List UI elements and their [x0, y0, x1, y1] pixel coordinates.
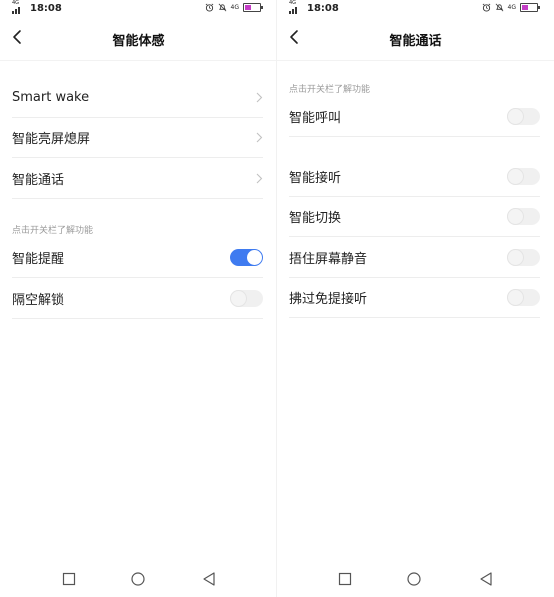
status-icons: 4G	[205, 3, 263, 12]
signal-icon: 4G	[12, 0, 22, 14]
toggle-row-swipe-speaker[interactable]: 拂过免提接听	[289, 277, 540, 318]
toggle-label: 智能提醒	[12, 251, 65, 267]
toggle-knob	[508, 168, 523, 184]
back-icon[interactable]	[478, 571, 494, 587]
network-4g-label: 4G	[507, 3, 516, 11]
network-type-label: 4G	[12, 0, 20, 6]
status-icons: 4G	[482, 3, 540, 12]
toggle-knob	[508, 108, 523, 124]
toggle-row-cover-mute[interactable]: 捂住屏幕静音	[289, 237, 540, 278]
smart-answer-toggle[interactable]	[507, 167, 540, 185]
chevron-right-icon	[256, 92, 263, 102]
toggle-label: 智能接听	[289, 170, 342, 186]
network-type-label: 4G	[289, 0, 297, 6]
toggle-knob	[508, 289, 523, 305]
smart-switch-toggle[interactable]	[507, 207, 540, 225]
toggle-label: 智能呼叫	[289, 110, 342, 126]
swipe-speaker-toggle[interactable]	[507, 288, 540, 306]
menu-item-smart-call[interactable]: 智能通话	[12, 158, 263, 199]
page-title: 智能体感	[112, 34, 165, 49]
battery-icon	[243, 3, 263, 12]
toggle-row-smart-answer[interactable]: 智能接听	[289, 156, 540, 197]
header: 智能通话	[277, 18, 554, 61]
signal-icon: 4G	[289, 0, 299, 14]
toggle-row-smart-reminder[interactable]: 智能提醒	[12, 237, 263, 278]
toggle-knob	[508, 249, 523, 265]
toggle-row-smart-switch[interactable]: 智能切换	[289, 196, 540, 237]
section-hint: 点击开关栏了解功能	[12, 226, 94, 236]
navigation-bar	[0, 563, 277, 597]
menu-item-label: Smart wake	[12, 89, 90, 105]
navigation-bar	[277, 563, 554, 597]
smart-sensing-screen: 4G 18:08 4G 智能体感 Smart wake 智能亮屏熄屏 智能通话 …	[0, 0, 277, 597]
status-time: 18:08	[30, 3, 62, 14]
menu-item-label: 智能亮屏熄屏	[12, 131, 91, 147]
battery-icon	[520, 3, 540, 12]
toggle-label: 拂过免提接听	[289, 291, 368, 307]
menu-item-label: 智能通话	[12, 172, 65, 188]
cover-mute-toggle[interactable]	[507, 248, 540, 266]
status-time: 18:08	[307, 3, 339, 14]
chevron-right-icon	[256, 173, 263, 183]
home-icon[interactable]	[130, 571, 146, 587]
status-bar: 4G 18:08 4G	[0, 0, 277, 18]
toggle-label: 捂住屏幕静音	[289, 251, 368, 267]
chevron-right-icon	[256, 132, 263, 142]
toggle-row-smart-call[interactable]: 智能呼叫	[289, 96, 540, 137]
smart-call-screen: 4G 18:08 4G 智能通话 点击开关栏了解功能 智能呼叫 智能接听 智能切…	[277, 0, 554, 597]
mute-icon	[218, 3, 226, 12]
smart-call-toggle[interactable]	[507, 107, 540, 125]
header: 智能体感	[0, 18, 277, 61]
toggle-label: 隔空解锁	[12, 292, 65, 308]
back-icon[interactable]	[201, 571, 217, 587]
section-hint: 点击开关栏了解功能	[289, 85, 371, 95]
status-bar: 4G 18:08 4G	[277, 0, 554, 18]
toggle-label: 智能切换	[289, 210, 342, 226]
toggle-knob	[231, 290, 246, 306]
header-divider	[277, 60, 554, 61]
menu-item-smart-wake[interactable]: Smart wake	[12, 77, 263, 118]
mute-icon	[495, 3, 503, 12]
toggle-knob	[508, 208, 523, 224]
recent-apps-icon[interactable]	[337, 571, 353, 587]
alarm-icon	[482, 3, 490, 12]
header-divider	[0, 60, 277, 61]
smart-reminder-toggle[interactable]	[230, 248, 263, 266]
alarm-icon	[205, 3, 213, 12]
page-title: 智能通话	[389, 34, 442, 49]
network-4g-label: 4G	[230, 3, 239, 11]
home-icon[interactable]	[406, 571, 422, 587]
recent-apps-icon[interactable]	[61, 571, 77, 587]
toggle-row-air-unlock[interactable]: 隔空解锁	[12, 278, 263, 319]
menu-item-smart-screen[interactable]: 智能亮屏熄屏	[12, 117, 263, 158]
toggle-knob	[247, 249, 262, 265]
air-unlock-toggle[interactable]	[230, 289, 263, 307]
